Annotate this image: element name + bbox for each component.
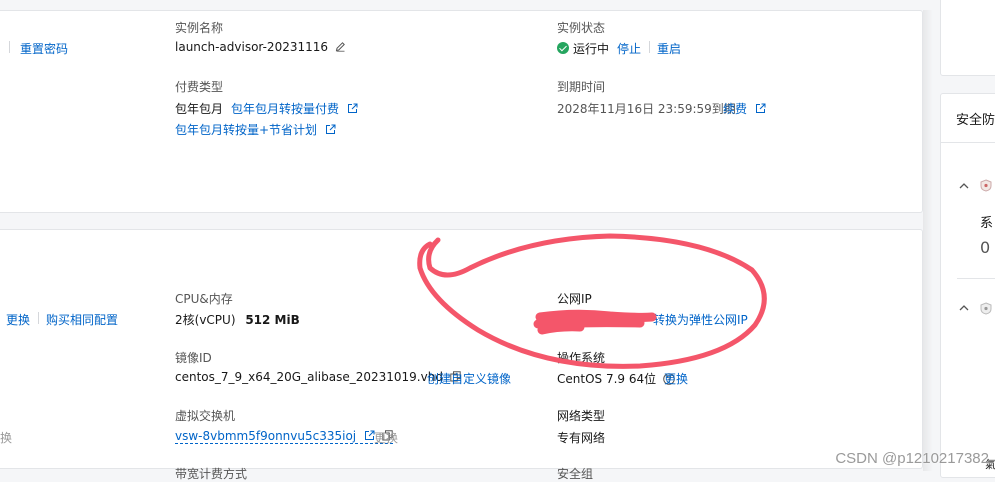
switch-to-payg-saving-text: 包年包月转按量+节省计划 [175,123,318,137]
divider [941,142,995,143]
csdn-watermark: CSDN @p1210217382 [835,450,989,467]
billing-type-label: 付费类型 [175,80,224,94]
network-type-label: 网络类型 [557,409,606,423]
stop-link[interactable]: 停止 [617,40,641,57]
vswitch-label: 虚拟交换机 [175,409,236,423]
switch-to-payg-link[interactable]: 包年包月转按量付费 [231,100,358,117]
reset-password-link[interactable]: 重置密码 [20,40,68,57]
memory-value: 512 MiB [245,313,300,327]
vswitch-text: vsw-8vbmm5f9onnvu5c335ioj [175,429,357,443]
expire-time-value: 2028年11月16日 23:59:59到期 [557,102,736,116]
create-custom-image-link[interactable]: 创建自定义镜像 [427,370,511,387]
sidebar-partial-number: 0 [980,238,991,257]
right-panel-top [940,0,995,76]
sidebar-partial-text: 系 [980,216,994,231]
chevron-up-icon[interactable] [959,182,969,190]
cpu-memory-label: CPU&内存 [175,292,233,306]
instance-config-card [0,229,923,469]
public-ip-label: 公网IP [557,292,592,306]
status-running-text: 运行中 [573,42,610,56]
change-config-link[interactable]: 更换 [6,311,30,328]
billing-type-value: 包年包月 [175,102,224,116]
convert-eip-link[interactable]: 转换为弹性公网IP [653,311,748,328]
separator [9,41,10,53]
external-link-icon [755,103,766,113]
bandwidth-billing-label-cut: 带宽计费方式 [175,467,248,481]
os-change-link[interactable]: 更换 [664,370,688,387]
security-group-label-cut: 安全组 [557,467,594,481]
cpu-memory-value: 2核(vCPU) 512 MiB [175,311,300,328]
switch-to-payg-saving-link[interactable]: 包年包月转按量+节省计划 [175,121,336,138]
renew-link[interactable]: 续费 [723,100,766,117]
chevron-up-icon[interactable] [959,304,969,312]
network-type-value: 专有网络 [557,431,606,445]
shield-icon [980,179,992,192]
separator [649,41,650,53]
restart-link[interactable]: 重启 [657,40,681,57]
os-label: 操作系统 [557,351,606,365]
buy-same-config-link[interactable]: 购买相同配置 [46,311,118,328]
left-change-partial: 换 [0,431,13,445]
security-panel-title: 安全防 [956,113,995,128]
instance-basic-info-card [0,10,923,213]
vswitch-link[interactable]: vsw-8vbmm5f9onnvu5c335ioj [175,429,393,444]
image-id-text: centos_7_9_x64_20G_alibase_20231019.vhd [175,370,443,384]
instance-name-value: launch-advisor-20231116 [175,40,346,54]
running-check-icon [557,42,569,54]
edit-pencil-icon[interactable] [335,41,346,52]
instance-name-label: 实例名称 [175,21,224,35]
expire-time-label: 到期时间 [557,80,606,94]
shield-icon [980,302,992,315]
renew-text: 续费 [723,102,748,116]
os-value: CentOS 7.9 64位 [557,370,675,387]
cpu-value: 2核(vCPU) [175,313,236,327]
image-id-label: 镜像ID [175,351,212,365]
switch-to-payg-text: 包年包月转按量付费 [231,102,340,116]
external-link-icon [347,103,358,113]
vswitch-change-disabled: 更换 [374,431,399,445]
instance-status-label: 实例状态 [557,21,606,35]
os-text: CentOS 7.9 64位 [557,372,657,386]
instance-name-text: launch-advisor-20231116 [175,40,329,54]
external-link-icon [325,124,336,134]
image-id-value: centos_7_9_x64_20G_alibase_20231019.vhd [175,370,461,384]
right-panel-security [940,93,995,478]
divider [957,278,995,279]
panel-shadow [923,10,933,471]
separator [38,312,39,324]
